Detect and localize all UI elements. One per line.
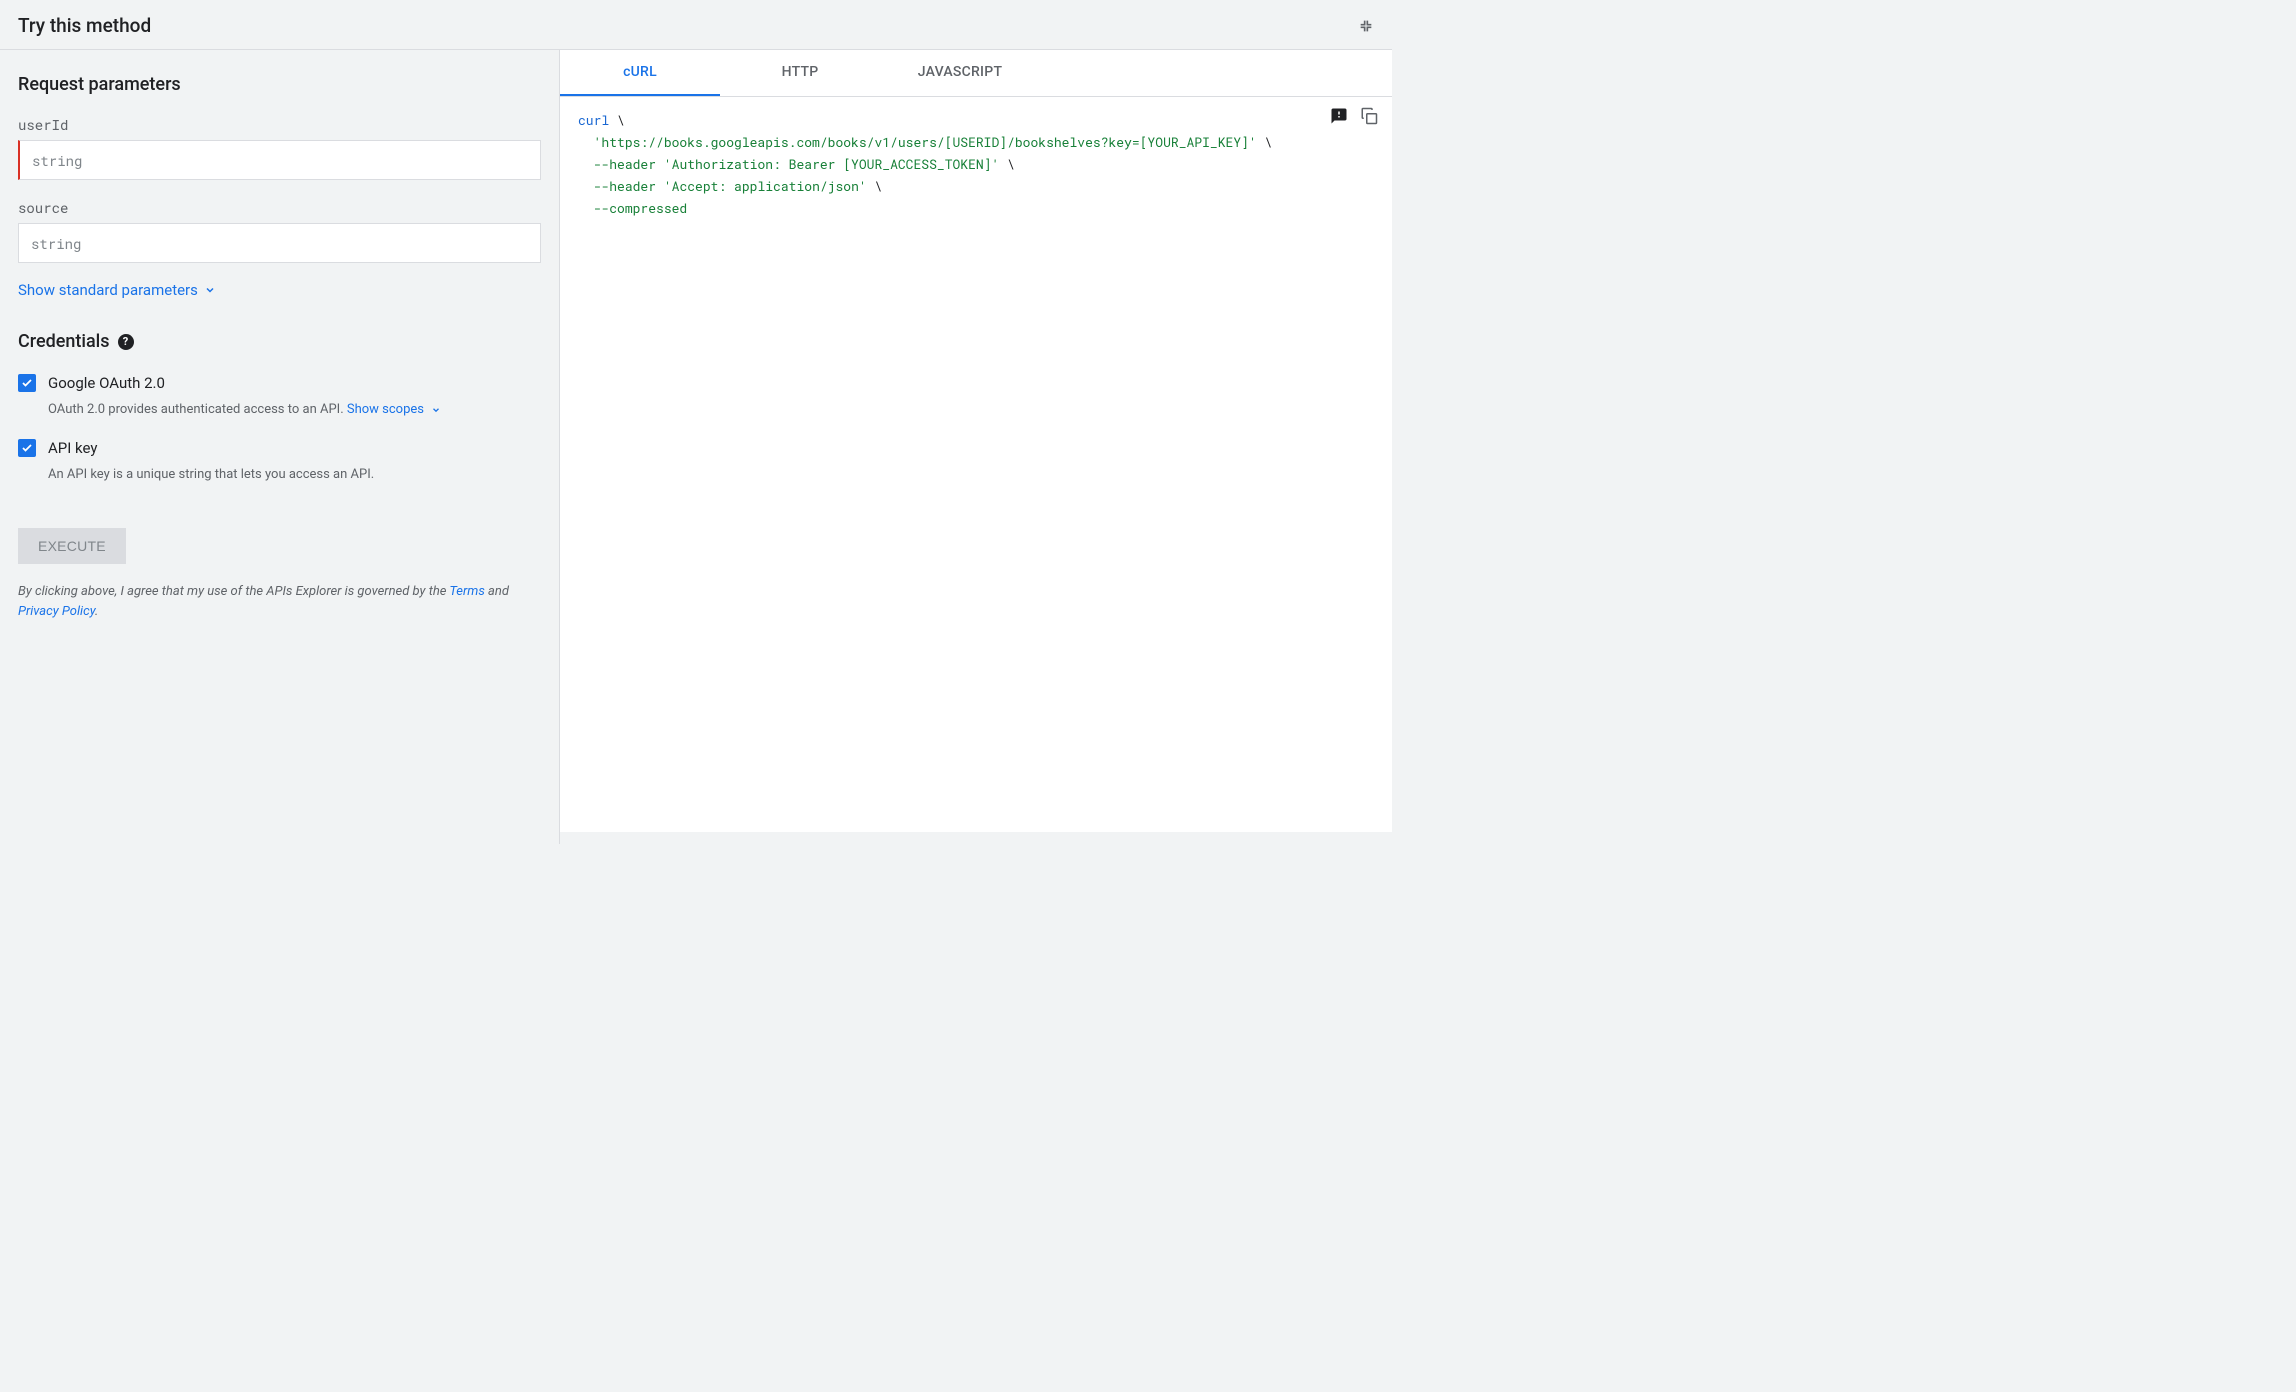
collapse-icon[interactable] bbox=[1358, 18, 1374, 34]
request-parameters-title: Request parameters bbox=[18, 74, 541, 95]
privacy-link[interactable]: Privacy Policy bbox=[18, 604, 95, 619]
tab-javascript[interactable]: JAVASCRIPT bbox=[880, 50, 1040, 96]
copy-icon[interactable] bbox=[1360, 107, 1378, 125]
code-token: curl bbox=[578, 111, 609, 129]
code-token: \ bbox=[867, 177, 883, 195]
code-pane: cURL HTTP JAVASCRIPT curl \ 'https://boo… bbox=[560, 50, 1392, 832]
code-token: --header bbox=[594, 155, 656, 173]
param-input-userid[interactable] bbox=[18, 140, 541, 180]
param-label-source: source bbox=[18, 198, 541, 217]
code-token: 'Accept: application/json' bbox=[664, 177, 867, 195]
code-token: 'https://books.googleapis.com/books/v1/u… bbox=[594, 133, 1257, 151]
code-token: --compressed bbox=[594, 199, 688, 217]
code-token: \ bbox=[609, 111, 625, 129]
oauth-label: Google OAuth 2.0 bbox=[48, 374, 165, 392]
code-token: \ bbox=[999, 155, 1015, 173]
terms-link[interactable]: Terms bbox=[449, 584, 484, 599]
param-input-source[interactable] bbox=[18, 223, 541, 263]
apikey-label: API key bbox=[48, 439, 97, 457]
help-icon[interactable]: ? bbox=[118, 334, 134, 350]
show-standard-parameters[interactable]: Show standard parameters bbox=[18, 281, 541, 299]
show-scopes-link[interactable]: Show scopes bbox=[347, 402, 424, 417]
code-tabs: cURL HTTP JAVASCRIPT bbox=[560, 50, 1392, 97]
code-token: --header bbox=[594, 177, 656, 195]
page-title: Try this method bbox=[18, 14, 151, 37]
feedback-icon[interactable] bbox=[1330, 107, 1348, 125]
code-token: 'Authorization: Bearer [YOUR_ACCESS_TOKE… bbox=[664, 155, 999, 173]
code-area: curl \ 'https://books.googleapis.com/boo… bbox=[560, 97, 1392, 832]
disclaimer: By clicking above, I agree that my use o… bbox=[18, 582, 541, 621]
oauth-desc: OAuth 2.0 provides authenticated access … bbox=[48, 402, 541, 417]
execute-button[interactable]: EXECUTE bbox=[18, 528, 126, 564]
chevron-down-icon bbox=[204, 284, 216, 296]
header: Try this method bbox=[0, 0, 1392, 50]
param-label-userid: userId bbox=[18, 115, 541, 134]
credentials-title: Credentials bbox=[18, 331, 110, 352]
oauth-checkbox[interactable] bbox=[18, 374, 36, 392]
code-token: \ bbox=[1257, 133, 1273, 151]
tab-http[interactable]: HTTP bbox=[720, 50, 880, 96]
tab-curl[interactable]: cURL bbox=[560, 50, 720, 96]
show-standard-parameters-label: Show standard parameters bbox=[18, 281, 198, 299]
apikey-desc: An API key is a unique string that lets … bbox=[48, 467, 541, 482]
chevron-down-icon bbox=[431, 405, 441, 415]
apikey-checkbox[interactable] bbox=[18, 439, 36, 457]
request-pane: Request parameters userId source Show st… bbox=[0, 50, 560, 844]
